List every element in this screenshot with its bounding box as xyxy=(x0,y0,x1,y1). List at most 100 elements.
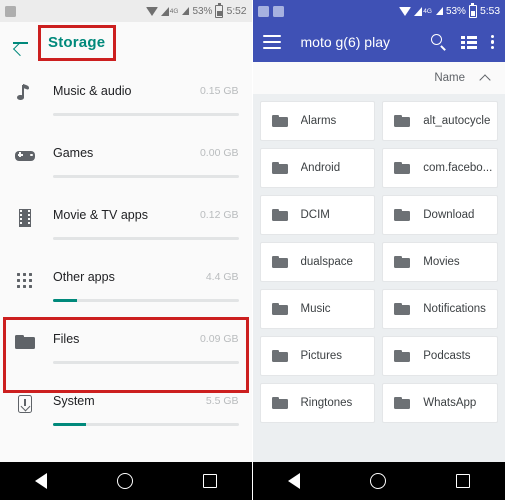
folder-name: Download xyxy=(423,209,475,221)
storage-item-size: 4.4 GB xyxy=(205,271,239,283)
right-status-notifications xyxy=(257,5,284,17)
back-triangle-icon[interactable] xyxy=(287,473,300,489)
storage-item-label: Games xyxy=(53,146,94,160)
back-arrow-icon[interactable] xyxy=(11,33,31,53)
network-type-label: 4G xyxy=(169,7,179,15)
folder-name: Ringtones xyxy=(300,397,353,409)
folder-card[interactable]: com.facebo... xyxy=(382,148,498,188)
folder-name: com.facebo... xyxy=(423,162,493,174)
storage-row-games[interactable]: Games 0.00 GB xyxy=(0,126,252,188)
folder-icon xyxy=(394,255,412,270)
folder-card[interactable]: Pictures xyxy=(259,336,376,376)
folder-icon xyxy=(394,396,412,411)
storage-row-other-apps[interactable]: Other apps 4.4 GB xyxy=(0,250,252,312)
folder-card[interactable]: Download xyxy=(382,195,498,235)
folder-name: Pictures xyxy=(300,350,343,362)
notification-icon xyxy=(5,5,16,17)
wifi-icon xyxy=(145,6,158,16)
sort-label: Name xyxy=(434,72,465,84)
folder-name: dualspace xyxy=(300,256,353,268)
storage-progress-bar xyxy=(53,299,239,302)
storage-row-music[interactable]: Music & audio 0.15 GB xyxy=(0,64,252,126)
app-grid-icon xyxy=(14,269,36,291)
folder-icon xyxy=(394,208,412,223)
music-note-icon xyxy=(14,83,36,105)
clock-label: 5:52 xyxy=(226,5,247,17)
storage-item-label: Other apps xyxy=(53,270,115,284)
folder-card[interactable]: Alarms xyxy=(259,101,376,141)
folder-card[interactable]: DCIM xyxy=(259,195,376,235)
dual-screenshot-container: 4G 53% 5:52 Storage Music & audio 0.15 G… xyxy=(0,0,505,500)
folder-icon xyxy=(271,114,290,129)
folder-icon xyxy=(271,302,290,317)
storage-progress-bar xyxy=(53,361,239,364)
folder-icon xyxy=(271,208,290,223)
left-status-bar: 4G 53% 5:52 xyxy=(0,0,252,22)
folder-name: Android xyxy=(300,162,341,174)
battery-icon xyxy=(215,2,224,18)
right-status-indicators: 4G 53% 5:53 xyxy=(399,2,500,18)
left-status-notifications xyxy=(5,5,16,17)
storage-item-size: 5.5 GB xyxy=(205,395,239,407)
folder-card[interactable]: WhatsApp xyxy=(382,383,498,423)
storage-app-bar: Storage xyxy=(0,22,252,64)
left-phone-screen: 4G 53% 5:52 Storage Music & audio 0.15 G… xyxy=(0,0,253,500)
storage-item-size: 0.15 GB xyxy=(199,85,239,97)
storage-item-size: 0.09 GB xyxy=(199,333,239,345)
right-status-bar: 4G 53% 5:53 xyxy=(252,0,505,22)
storage-row-system[interactable]: System 5.5 GB xyxy=(0,374,252,436)
right-phone-screen: 4G 53% 5:53 moto g(6) play Name Alarms a… xyxy=(252,0,505,500)
battery-icon xyxy=(468,2,477,18)
files-app-title: moto g(6) play xyxy=(300,34,390,50)
network-type-label: 4G xyxy=(423,7,432,15)
more-vertical-icon[interactable] xyxy=(491,34,495,50)
folder-icon xyxy=(271,349,290,364)
folder-name: Movies xyxy=(423,256,460,268)
left-status-indicators: 4G 53% 5:52 xyxy=(145,2,247,18)
film-strip-icon xyxy=(14,207,36,229)
files-app-actions xyxy=(431,34,495,50)
folder-name: Notifications xyxy=(423,303,486,315)
storage-list: Music & audio 0.15 GB Games 0.00 GB Movi… xyxy=(0,64,252,436)
folder-card[interactable]: Notifications xyxy=(382,289,498,329)
recents-square-icon[interactable] xyxy=(455,474,470,488)
list-view-icon[interactable] xyxy=(461,35,477,49)
notification-icon xyxy=(272,5,284,17)
folder-card[interactable]: Podcasts xyxy=(382,336,498,376)
signal-icon-secondary xyxy=(435,7,443,15)
wifi-icon xyxy=(399,6,412,16)
folder-card[interactable]: Android xyxy=(259,148,376,188)
folder-name: WhatsApp xyxy=(423,397,477,409)
chevron-up-icon[interactable] xyxy=(481,73,491,83)
folder-card[interactable]: alt_autocycle xyxy=(382,101,498,141)
signal-icon-secondary xyxy=(182,7,190,15)
folder-name: Music xyxy=(300,303,331,315)
folder-icon xyxy=(394,349,412,364)
storage-row-movie-tv[interactable]: Movie & TV apps 0.12 GB xyxy=(0,188,252,250)
home-circle-icon[interactable] xyxy=(369,473,386,489)
folder-icon xyxy=(394,161,412,176)
search-icon[interactable] xyxy=(431,34,447,50)
storage-progress-bar xyxy=(53,113,239,116)
hamburger-icon[interactable] xyxy=(262,35,281,49)
storage-row-files[interactable]: Files 0.09 GB xyxy=(0,312,252,374)
signal-icon xyxy=(160,6,169,16)
folder-name: alt_autocycle xyxy=(423,115,491,127)
system-icon xyxy=(14,393,36,415)
storage-title-wrap: Storage xyxy=(38,25,117,61)
image-notification-icon xyxy=(257,5,269,17)
folder-card[interactable]: Music xyxy=(259,289,376,329)
folder-icon xyxy=(14,331,36,353)
storage-progress-bar xyxy=(53,175,239,178)
recents-square-icon[interactable] xyxy=(202,474,217,488)
folder-card[interactable]: Ringtones xyxy=(259,383,376,423)
back-triangle-icon[interactable] xyxy=(34,473,47,489)
home-circle-icon[interactable] xyxy=(116,473,133,489)
storage-item-size: 0.00 GB xyxy=(199,147,239,159)
storage-item-size: 0.12 GB xyxy=(199,209,239,221)
folder-card[interactable]: dualspace xyxy=(259,242,376,282)
folder-icon xyxy=(271,396,290,411)
sort-bar[interactable]: Name xyxy=(252,62,505,94)
folder-name: Podcasts xyxy=(423,350,471,362)
folder-card[interactable]: Movies xyxy=(382,242,498,282)
